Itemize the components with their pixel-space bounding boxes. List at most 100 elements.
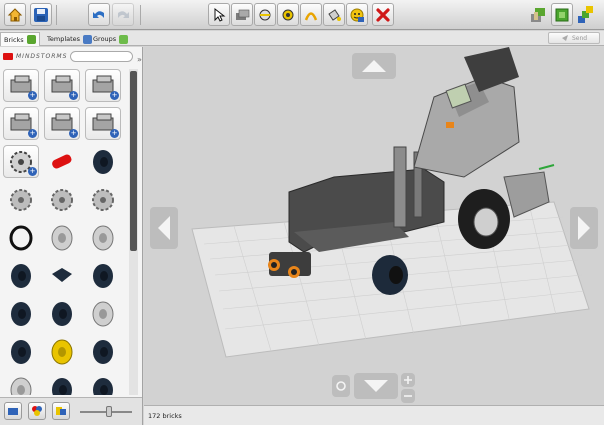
tab-bricks[interactable]: Bricks	[0, 32, 40, 46]
reset-view-button[interactable]	[332, 375, 350, 397]
send-label: Send	[571, 34, 588, 42]
rim-icon	[51, 225, 73, 250]
reset-view-icon	[336, 381, 346, 391]
tire-icon	[52, 301, 72, 326]
save-button[interactable]	[30, 3, 52, 26]
build-mode-button[interactable]	[528, 3, 550, 26]
tab-groups[interactable]: Groups	[90, 32, 131, 46]
send-button[interactable]: Send	[548, 32, 600, 44]
view-mode-icon	[555, 8, 569, 21]
tab-templates[interactable]: Templates	[44, 32, 95, 46]
palette-brick-item[interactable]: +	[85, 69, 121, 102]
rotate-up-button[interactable]	[352, 53, 396, 79]
rotate-right-button[interactable]	[570, 207, 598, 249]
palette-brick-item[interactable]	[44, 221, 80, 254]
palette-brick-item[interactable]: +	[85, 107, 121, 140]
collapse-panel-icon[interactable]: »	[137, 55, 142, 64]
palette-brick-item[interactable]	[85, 297, 121, 330]
select-tool-button[interactable]	[208, 3, 230, 26]
palette-brick-item[interactable]	[3, 221, 39, 254]
add-icon: +	[69, 91, 78, 100]
palette-brick-item[interactable]: +	[3, 69, 39, 102]
palette-brick-item[interactable]: +	[44, 107, 80, 140]
delete-tool-button[interactable]	[372, 3, 394, 26]
hinge-icon	[259, 9, 271, 20]
instructions-mode-icon	[578, 5, 593, 23]
build-viewport[interactable]	[144, 47, 604, 405]
palette-brick-item[interactable]	[3, 335, 39, 368]
view-small-bricks-button[interactable]	[4, 402, 22, 420]
color-filter-button[interactable]	[28, 402, 46, 420]
palette-brick-item[interactable]: +	[3, 107, 39, 140]
front-caster[interactable]	[268, 252, 311, 278]
scrollbar-thumb[interactable]	[130, 71, 137, 251]
tire-icon	[52, 377, 72, 395]
red-connector-icon	[52, 154, 72, 169]
palette-brick-item[interactable]: +	[3, 145, 39, 178]
palette-brick-item[interactable]	[3, 183, 39, 216]
add-icon: +	[28, 167, 37, 176]
brick-palette-panel: MINDSTORMS » + + + + + + +	[0, 47, 143, 425]
palette-brick-item[interactable]	[3, 259, 39, 292]
rear-wheel[interactable]	[458, 189, 510, 249]
flex-tool-button[interactable]	[300, 3, 322, 26]
palette-brick-item[interactable]	[44, 297, 80, 330]
palette-brick-item[interactable]	[44, 183, 80, 216]
palette-brick-item[interactable]	[44, 335, 80, 368]
arrow-left-icon	[158, 216, 170, 240]
instructions-mode-button[interactable]	[574, 3, 596, 26]
zoom-in-button[interactable]	[401, 373, 415, 387]
home-button[interactable]	[4, 3, 26, 26]
view-mode-button[interactable]	[551, 3, 573, 26]
palette-brick-item[interactable]	[85, 373, 121, 395]
add-icon: +	[110, 91, 119, 100]
palette-brick-item[interactable]	[85, 335, 121, 368]
group-view-button[interactable]	[52, 402, 70, 420]
groups-icon	[119, 34, 129, 44]
undo-arrow-icon	[93, 10, 104, 18]
tab-groups-label: Groups	[93, 35, 117, 43]
clone-tool-button[interactable]	[231, 3, 253, 26]
zoom-out-button[interactable]	[401, 389, 415, 403]
brick-search-input[interactable]	[70, 51, 133, 62]
rotate-left-button[interactable]	[150, 207, 178, 249]
zoom-slider-handle[interactable]	[105, 406, 112, 417]
clone-brick-icon	[236, 9, 250, 20]
rotate-down-button[interactable]	[354, 373, 398, 399]
tire-icon	[93, 339, 113, 364]
undo-button[interactable]	[88, 3, 110, 26]
palette-brick-item[interactable]: +	[44, 69, 80, 102]
gear-icon	[10, 188, 32, 211]
palette-brick-item[interactable]	[3, 297, 39, 330]
scene-canvas[interactable]	[144, 47, 604, 405]
send-icon	[561, 35, 568, 41]
palette-brick-item[interactable]	[44, 259, 80, 292]
loose-tire[interactable]	[372, 255, 408, 295]
tire-icon	[11, 263, 31, 288]
palette-brick-item[interactable]	[44, 373, 80, 395]
floppy-disk-icon	[34, 7, 48, 22]
brick-group-icon	[56, 407, 66, 415]
gear-icon	[51, 188, 73, 211]
small-bricks-icon	[8, 408, 18, 415]
hinge-tool-button[interactable]	[254, 3, 276, 26]
brick-grid: + + + + + + +	[3, 69, 127, 395]
palette-scrollbar[interactable]	[129, 69, 138, 395]
hide-tool-button[interactable]	[346, 3, 368, 26]
palette-brick-item[interactable]	[85, 221, 121, 254]
paint-tool-button[interactable]	[323, 3, 345, 26]
hinge-align-tool-button[interactable]	[277, 3, 299, 26]
status-bar: 172 bricks	[144, 405, 604, 425]
redo-button[interactable]	[112, 3, 134, 26]
palette-brick-item[interactable]	[44, 145, 80, 178]
flex-icon	[304, 11, 318, 20]
palette-brick-item[interactable]	[85, 145, 121, 178]
yellow-rim-icon	[51, 339, 73, 364]
palette-brick-item[interactable]	[85, 183, 121, 216]
library-tabs: Bricks Templates Groups Send	[0, 31, 604, 46]
gear-icon	[92, 188, 114, 211]
arrow-down-icon	[364, 380, 388, 392]
palette-brick-item[interactable]	[85, 259, 121, 292]
palette-brick-item[interactable]	[3, 373, 39, 395]
tire-icon	[93, 377, 113, 395]
